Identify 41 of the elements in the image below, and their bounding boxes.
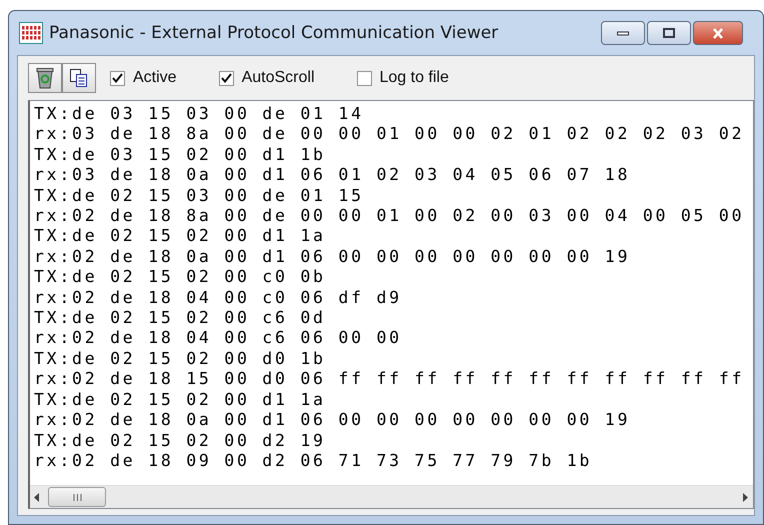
log-line: TX:de 02 15 02 00 d2 19 [34, 430, 327, 451]
log-line: rx:02 de 18 04 00 c0 06 df d9 [34, 288, 403, 308]
scroll-right-icon[interactable] [743, 492, 749, 502]
log-line: rx:02 de 18 0a 00 d1 06 00 00 00 00 00 00 00 19 [34, 410, 632, 430]
window-title: Panasonic - External Protocol Communication Viewer [49, 23, 498, 43]
log-line: rx:02 de 18 0a 00 d1 06 00 00 00 00 00 00 00 19 [34, 246, 632, 268]
close-button[interactable] [693, 21, 743, 45]
close-icon [712, 28, 724, 38]
checkbox[interactable] [218, 70, 234, 86]
log-line: TX:de 02 15 02 00 d1 1a [34, 390, 327, 410]
clear-button[interactable] [28, 63, 62, 93]
log-line: rx:03 de 18 8a 00 de 00 00 01 00 00 02 01 02 02 02 03 02 [34, 124, 746, 145]
log-line: TX:de 03 15 03 00 de 01 14 [34, 104, 365, 124]
minimize-button[interactable] [601, 21, 645, 45]
scrollbar-thumb[interactable] [48, 487, 106, 507]
trash-bin-icon [35, 67, 55, 89]
scroll-left-icon[interactable] [34, 492, 40, 502]
maximize-icon [663, 28, 675, 38]
log-line: rx:03 de 18 0a 00 d1 06 01 02 03 04 05 06 07 18 [34, 165, 632, 186]
binary-grid-icon [19, 22, 43, 44]
checkbox-label: Active [133, 69, 177, 87]
log-line: rx:02 de 18 8a 00 de 00 00 01 00 02 00 03 00 04 00 05 00 [34, 206, 746, 226]
log-line: rx:02 de 18 09 00 d2 06 71 73 75 77 79 7b 1b [34, 450, 594, 472]
checkbox[interactable] [356, 70, 372, 86]
checkbox-label: Log to file [380, 69, 449, 87]
log-line: TX:de 02 15 02 00 d1 1a [34, 226, 327, 247]
log-line: TX:de 02 15 03 00 de 01 15 [34, 186, 365, 206]
copy-icon [69, 68, 89, 88]
grip-icon [72, 494, 82, 500]
maximize-button[interactable] [647, 21, 691, 45]
minimize-icon [617, 30, 629, 36]
horizontal-scrollbar[interactable] [30, 485, 753, 508]
checkbox[interactable] [110, 70, 125, 86]
copy-button[interactable] [62, 63, 96, 93]
log-line: TX:de 02 15 02 00 c0 0b [34, 267, 327, 288]
log-line: rx:02 de 18 15 00 d0 06 ff ff ff ff ff ff ff ff ff ff ff [34, 369, 746, 390]
log-line: rx:02 de 18 04 00 c6 06 00 00 [34, 328, 403, 349]
log-line: TX:de 02 15 02 00 c6 0d [34, 308, 327, 328]
checkbox-label: AutoScroll [242, 69, 314, 87]
log-line: TX:de 02 15 02 00 d0 1b [34, 348, 327, 370]
log-line: TX:de 03 15 02 00 d1 1b [34, 144, 327, 166]
